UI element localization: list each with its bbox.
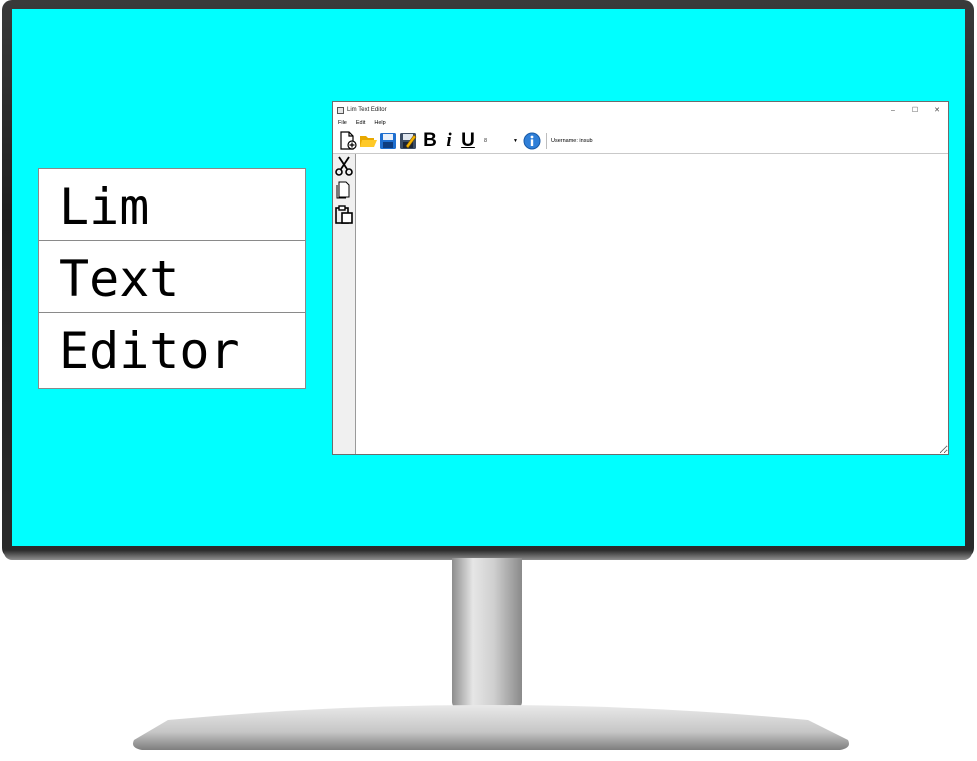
menu-edit[interactable]: Edit <box>351 120 369 126</box>
title-line: Text <box>39 241 305 313</box>
font-size-select[interactable]: 8 ▼ <box>482 134 520 147</box>
cut-button[interactable] <box>333 154 355 178</box>
save-as-button[interactable] <box>399 131 417 151</box>
paste-icon <box>335 205 353 224</box>
minimize-button[interactable]: – <box>882 107 904 114</box>
new-document-icon <box>340 130 357 150</box>
monitor-stand-base <box>133 705 849 750</box>
screen: Lim Text Editor Lim Text Editor – ☐ ✕ Fi… <box>12 9 965 546</box>
new-document-button[interactable] <box>339 130 357 151</box>
window-titlebar[interactable]: Lim Text Editor – ☐ ✕ <box>333 102 948 118</box>
title-card: Lim Text Editor <box>38 168 306 389</box>
app-icon <box>337 106 344 114</box>
copy-button[interactable] <box>333 178 355 202</box>
menu-bar: File Edit Help <box>333 118 948 128</box>
editor-textarea[interactable] <box>356 154 948 454</box>
menu-help[interactable]: Help <box>369 120 389 126</box>
copy-icon <box>336 181 350 199</box>
window-title: Lim Text Editor <box>347 107 387 113</box>
close-button[interactable]: ✕ <box>926 106 948 114</box>
maximize-button[interactable]: ☐ <box>904 106 926 114</box>
main-area <box>333 154 948 454</box>
info-button[interactable] <box>523 131 541 151</box>
save-button[interactable] <box>379 131 397 151</box>
toolbar: B i U 8 ▼ Username: insub <box>333 128 948 154</box>
underline-button[interactable]: U <box>460 130 476 151</box>
menu-file[interactable]: File <box>333 120 351 126</box>
title-line: Lim <box>39 169 305 241</box>
bold-button[interactable]: B <box>422 130 438 151</box>
side-toolbar <box>333 154 356 454</box>
save-as-icon <box>400 132 417 149</box>
username-label: Username: insub <box>551 137 593 144</box>
info-icon <box>523 132 541 149</box>
monitor-stand-neck <box>452 558 522 708</box>
save-icon <box>380 132 396 149</box>
paste-button[interactable] <box>333 202 355 226</box>
toolbar-separator <box>546 132 547 149</box>
cut-icon <box>335 156 353 176</box>
open-folder-icon <box>360 135 377 147</box>
italic-button[interactable]: i <box>441 130 457 151</box>
open-button[interactable] <box>359 131 377 151</box>
app-window: Lim Text Editor – ☐ ✕ File Edit Help B i… <box>332 101 949 455</box>
font-size-value: 8 <box>484 137 488 144</box>
title-line: Editor <box>59 322 240 380</box>
chevron-down-icon: ▼ <box>513 137 518 144</box>
